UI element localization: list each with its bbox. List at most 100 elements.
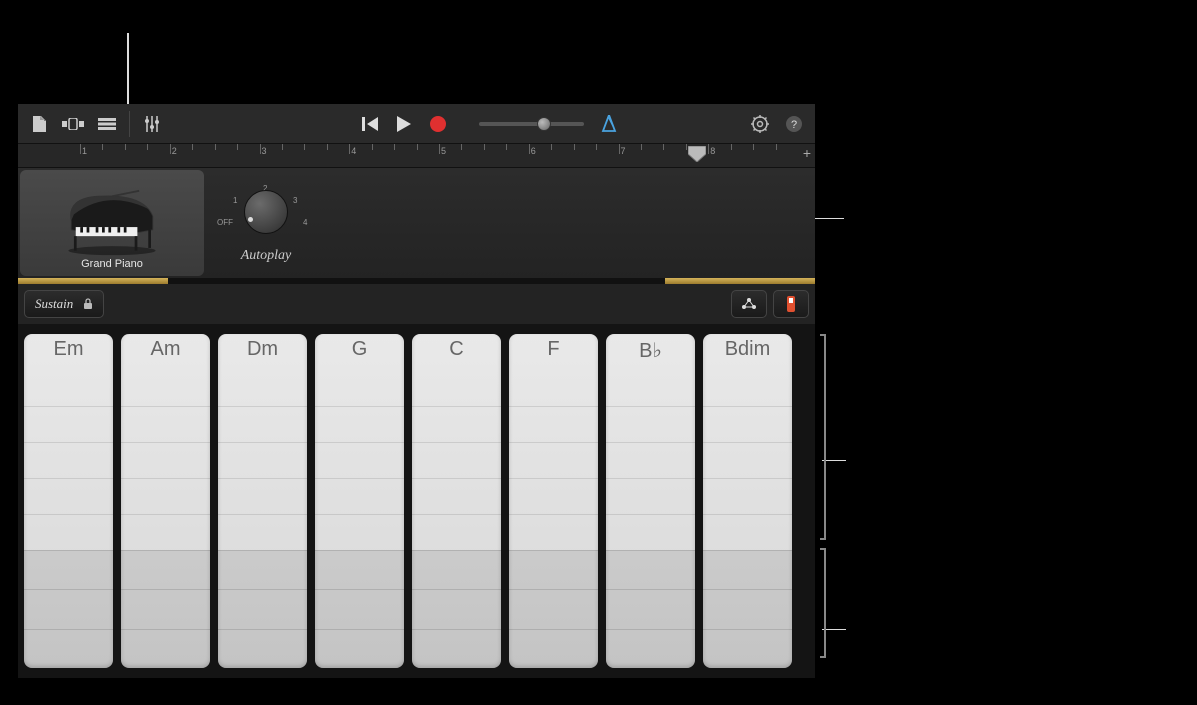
hinge-right bbox=[665, 278, 815, 284]
tracks-view-button[interactable] bbox=[58, 110, 88, 138]
ruler-tick bbox=[619, 144, 620, 154]
ruler-minor-tick bbox=[304, 144, 305, 150]
ruler-tick bbox=[80, 144, 81, 154]
chord-segment-divider bbox=[218, 442, 307, 443]
timeline-ruler[interactable]: // ticks drawn via template below 123456… bbox=[18, 144, 815, 168]
ruler-minor-tick bbox=[506, 144, 507, 150]
bass-note-row[interactable] bbox=[315, 629, 404, 668]
bass-note-row[interactable] bbox=[24, 550, 113, 589]
autoplay-label-off: OFF bbox=[217, 218, 233, 227]
chord-strip[interactable]: Em bbox=[24, 334, 113, 668]
hinge-left bbox=[18, 278, 168, 284]
record-button[interactable] bbox=[423, 110, 453, 138]
ruler-minor-tick bbox=[327, 144, 328, 150]
ruler-minor-tick bbox=[663, 144, 664, 150]
record-icon bbox=[429, 115, 447, 133]
ruler-minor-tick bbox=[776, 144, 777, 150]
fx-button[interactable] bbox=[92, 110, 122, 138]
ruler-minor-tick bbox=[282, 144, 283, 150]
browser-button[interactable] bbox=[24, 110, 54, 138]
sustain-button[interactable]: Sustain bbox=[24, 290, 104, 318]
bass-note-row[interactable] bbox=[703, 629, 792, 668]
rewind-icon bbox=[362, 117, 378, 131]
chord-segment-divider bbox=[509, 442, 598, 443]
metronome-button[interactable] bbox=[594, 110, 624, 138]
keyboard-view-button[interactable] bbox=[773, 290, 809, 318]
bass-note-row[interactable] bbox=[509, 550, 598, 589]
bass-note-row[interactable] bbox=[412, 589, 501, 628]
bass-note-row[interactable] bbox=[412, 629, 501, 668]
chord-segment-divider bbox=[218, 514, 307, 515]
bass-note-row[interactable] bbox=[606, 629, 695, 668]
chord-strip[interactable]: Dm bbox=[218, 334, 307, 668]
chord-segment-divider bbox=[703, 406, 792, 407]
ruler-minor-tick bbox=[753, 144, 754, 150]
instrument-header: Grand Piano OFF 1 2 3 4 Autoplay bbox=[18, 168, 815, 278]
playhead[interactable] bbox=[688, 146, 706, 162]
volume-thumb[interactable] bbox=[537, 117, 551, 131]
volume-slider[interactable] bbox=[479, 122, 584, 126]
play-icon bbox=[397, 116, 411, 132]
grand-piano-icon bbox=[57, 189, 167, 257]
bass-note-row[interactable] bbox=[703, 550, 792, 589]
autoplay-label-3: 3 bbox=[293, 196, 297, 205]
toolbar: ? bbox=[18, 104, 815, 144]
chord-segment-divider bbox=[606, 514, 695, 515]
ruler-bar-label: 4 bbox=[351, 146, 356, 156]
bass-note-row[interactable] bbox=[121, 550, 210, 589]
bass-note-row[interactable] bbox=[509, 629, 598, 668]
chord-segment-divider bbox=[315, 514, 404, 515]
chord-view-button[interactable] bbox=[731, 290, 767, 318]
chord-segment-divider bbox=[121, 478, 210, 479]
bass-note-row[interactable] bbox=[24, 629, 113, 668]
autoplay-label-4: 4 bbox=[303, 218, 307, 227]
ruler-minor-tick bbox=[147, 144, 148, 150]
bass-note-row[interactable] bbox=[218, 629, 307, 668]
chord-strip[interactable]: Bdim bbox=[703, 334, 792, 668]
ruler-minor-tick bbox=[215, 144, 216, 150]
bass-note-row[interactable] bbox=[412, 550, 501, 589]
chord-strip[interactable]: Am bbox=[121, 334, 210, 668]
ruler-minor-tick bbox=[484, 144, 485, 150]
settings-button[interactable] bbox=[745, 110, 775, 138]
ruler-bar-label: 8 bbox=[710, 146, 715, 156]
gear-icon bbox=[751, 115, 769, 133]
ruler-minor-tick bbox=[102, 144, 103, 150]
chord-strip[interactable]: F bbox=[509, 334, 598, 668]
bass-note-row[interactable] bbox=[606, 550, 695, 589]
ruler-minor-tick bbox=[461, 144, 462, 150]
instrument-tile[interactable]: Grand Piano bbox=[20, 170, 204, 276]
chord-segment-divider bbox=[509, 406, 598, 407]
bass-note-row[interactable] bbox=[121, 589, 210, 628]
help-button[interactable]: ? bbox=[779, 110, 809, 138]
chord-strip[interactable]: G bbox=[315, 334, 404, 668]
chord-strip[interactable]: C bbox=[412, 334, 501, 668]
bass-note-row[interactable] bbox=[121, 629, 210, 668]
bass-note-row[interactable] bbox=[315, 550, 404, 589]
chord-label: Em bbox=[24, 334, 113, 370]
autoplay-dial[interactable] bbox=[244, 190, 288, 234]
ruler-minor-tick bbox=[731, 144, 732, 150]
lock-icon bbox=[83, 298, 93, 310]
ruler-minor-tick bbox=[372, 144, 373, 150]
ruler-tick bbox=[170, 144, 171, 154]
bass-note-row[interactable] bbox=[606, 589, 695, 628]
chord-strip[interactable]: B♭ bbox=[606, 334, 695, 668]
add-section-button[interactable]: + bbox=[803, 146, 811, 160]
bass-note-row[interactable] bbox=[218, 550, 307, 589]
chord-label: G bbox=[315, 334, 404, 370]
bass-note-row[interactable] bbox=[218, 589, 307, 628]
chord-strips-area: EmAmDmGCFB♭Bdim bbox=[18, 324, 815, 678]
play-button[interactable] bbox=[389, 110, 419, 138]
rewind-button[interactable] bbox=[355, 110, 385, 138]
chord-segment-divider bbox=[24, 442, 113, 443]
mixer-button[interactable] bbox=[137, 110, 167, 138]
file-icon bbox=[32, 116, 46, 132]
bass-note-row[interactable] bbox=[509, 589, 598, 628]
bass-note-row[interactable] bbox=[315, 589, 404, 628]
bass-note-row[interactable] bbox=[703, 589, 792, 628]
chord-segment-divider bbox=[121, 406, 210, 407]
chord-segment-divider bbox=[218, 478, 307, 479]
bass-note-row[interactable] bbox=[24, 589, 113, 628]
chord-segment-divider bbox=[703, 442, 792, 443]
